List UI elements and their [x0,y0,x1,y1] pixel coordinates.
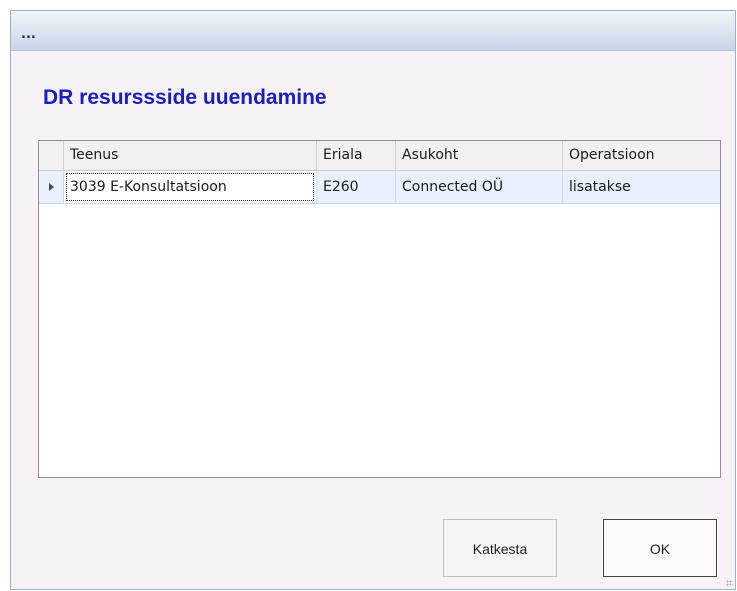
column-header-eriala[interactable]: Eriala [317,141,396,170]
cell-operatsioon[interactable]: lisatakse [563,171,720,203]
table-row[interactable]: 3039 E-Konsultatsioon E260 Connected OÜ … [39,171,720,204]
resource-grid[interactable]: Teenus Eriala Asukoht Operatsioon 3039 E… [38,140,721,478]
column-header-asukoht[interactable]: Asukoht [396,141,563,170]
column-header-operatsioon[interactable]: Operatsioon [563,141,720,170]
cancel-button[interactable]: Katkesta [443,519,557,577]
cell-eriala[interactable]: E260 [317,171,396,203]
cell-asukoht[interactable]: Connected OÜ [396,171,563,203]
cell-teenus[interactable]: 3039 E-Konsultatsioon [64,171,317,203]
cell-teenus-value: 3039 E-Konsultatsioon [70,179,227,195]
grid-header: Teenus Eriala Asukoht Operatsioon [39,141,720,171]
row-current-arrow-icon [49,183,54,191]
row-header-corner [39,141,64,170]
row-selector[interactable] [39,171,64,203]
column-header-teenus[interactable]: Teenus [64,141,317,170]
dialog-window: ... DR resurssside uuendamine Teenus Eri… [10,10,736,590]
ok-button[interactable]: OK [603,519,717,577]
resize-grip-icon[interactable] [726,580,733,587]
window-title: ... [21,27,36,42]
window-titlebar[interactable]: ... [11,11,735,51]
dialog-heading: DR resurssside uuendamine [43,86,327,109]
